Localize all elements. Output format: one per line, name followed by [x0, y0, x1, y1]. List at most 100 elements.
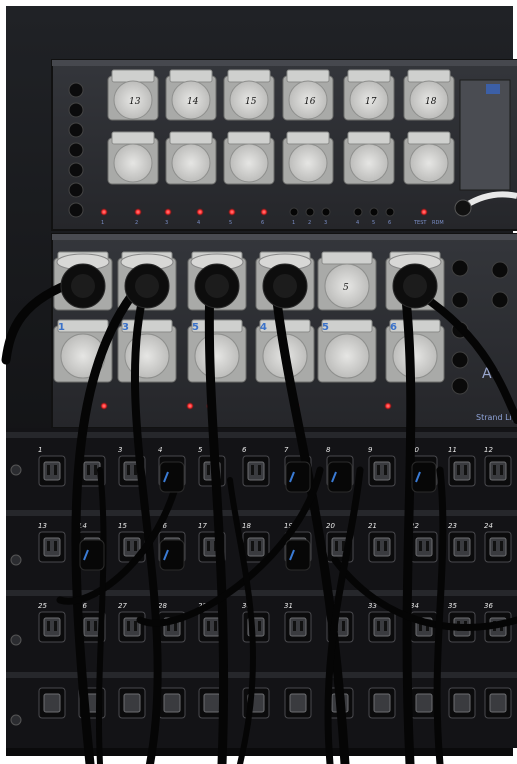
top-socket-lower-4: [282, 131, 334, 185]
channel-label: 1: [101, 220, 104, 226]
top-socket-18: 18: [403, 69, 455, 121]
iec-connector-bottom: [410, 687, 438, 719]
socket-number-label: 17: [365, 97, 377, 107]
status-led: [186, 402, 194, 410]
top-socket-lower-1: [107, 131, 159, 185]
button-label: 1: [292, 220, 295, 226]
panel-knob[interactable]: [451, 377, 469, 395]
connector-number: 24: [484, 522, 493, 530]
panel-hole: [68, 182, 84, 198]
top-socket-17: 17: [343, 69, 395, 121]
connector-number: 15: [118, 522, 127, 530]
socket-number-label: 13: [129, 97, 141, 107]
top-socket-15: 15: [223, 69, 275, 121]
socket-number-label: 14: [187, 97, 199, 107]
small-label: RDM: [432, 220, 444, 226]
push-button[interactable]: [305, 207, 315, 217]
push-button[interactable]: [321, 207, 331, 217]
connector-number: 4: [158, 446, 162, 454]
connector-number: 9: [368, 446, 373, 454]
connector-number: 28: [158, 602, 167, 610]
connector-number: 7: [284, 446, 289, 454]
status-led: [164, 208, 172, 216]
top-socket-14: 14: [165, 69, 217, 121]
top-socket-lower-5: [343, 131, 395, 185]
top-socket-16: 16: [282, 69, 334, 121]
connector-number: 36: [484, 602, 493, 610]
socket-channel-label: 4: [260, 322, 267, 333]
channel-label: 6: [261, 220, 264, 226]
status-led: [420, 208, 428, 216]
rack-screw: [10, 714, 22, 726]
iec-connector-bottom: [118, 687, 146, 719]
push-button[interactable]: [289, 207, 299, 217]
socket-number-label: 5: [343, 283, 349, 293]
connector-number: 11: [448, 446, 457, 454]
connector-number: 17: [198, 522, 207, 530]
connector-number: 31: [284, 602, 293, 610]
push-button[interactable]: [369, 207, 379, 217]
iec-plug: [159, 539, 185, 571]
socket-channel-label: 1: [58, 322, 65, 333]
connector-number: 35: [448, 602, 457, 610]
iec-plug: [411, 461, 437, 493]
push-button[interactable]: [353, 207, 363, 217]
panel-knob[interactable]: [491, 291, 509, 309]
status-led: [228, 208, 236, 216]
connector-number: 18: [242, 522, 251, 530]
panel-hole: [68, 142, 84, 158]
socket-number-label: 15: [245, 97, 257, 107]
status-led: [100, 208, 108, 216]
iec-connector-bottom: [484, 687, 512, 719]
connector-number: 12: [484, 446, 493, 454]
status-led: [196, 208, 204, 216]
panel-knob[interactable]: [451, 291, 469, 309]
iec-connector-bottom: [158, 687, 186, 719]
panel-hole: [68, 202, 84, 218]
status-led: [134, 208, 142, 216]
socket-number-label: 18: [425, 97, 437, 107]
connector-number: 27: [118, 602, 127, 610]
push-button[interactable]: [385, 207, 395, 217]
panel-knob[interactable]: [491, 261, 509, 279]
connector-number: 21: [368, 522, 377, 530]
top-socket-panel: 13 14 15 16 17 18 1 2 3 4 5 6 1 2 3 4 5 6 TEST RDM: [51, 59, 517, 231]
panel-knob[interactable]: [451, 259, 469, 277]
top-socket-13: 13: [107, 69, 159, 121]
connector-number: 1: [38, 446, 42, 454]
button-label: 4: [356, 220, 359, 226]
equipment-rack-photo: 13 14 15 16 17 18 1 2 3 4 5 6 1 2 3 4 5 6 TEST RDM 51 3 5 4 5 6…: [0, 0, 517, 764]
iec-connector-bottom: [448, 687, 476, 719]
connector-number: 6: [242, 446, 247, 454]
panel-hole: [68, 102, 84, 118]
channel-label: 4: [197, 220, 200, 226]
iec-plug: [159, 461, 185, 493]
rack-screw: [10, 554, 22, 566]
channel-label: 3: [165, 220, 168, 226]
socket-channel-label: 5: [322, 322, 329, 333]
button-label: 5: [372, 220, 375, 226]
socket-channel-label: 6: [390, 322, 397, 333]
connector-number: 25: [38, 602, 47, 610]
connector-number: 3: [118, 446, 122, 454]
small-label: TEST: [413, 220, 427, 226]
button-label: 3: [324, 220, 327, 226]
connector-number: 20: [326, 522, 335, 530]
panel-knob[interactable]: [451, 351, 469, 369]
top-socket-lower-3: [223, 131, 275, 185]
connector-number: 13: [38, 522, 47, 530]
status-led: [384, 402, 392, 410]
socket-channel-label: 3: [122, 322, 129, 333]
iec-plug: [327, 461, 353, 493]
panel-hole: [68, 122, 84, 138]
connector-number: 23: [448, 522, 457, 530]
channel-label: 2: [135, 220, 138, 226]
iec-connector-bottom: [284, 687, 312, 719]
iec-plug: [285, 539, 311, 571]
iec-plug: [285, 461, 311, 493]
panel-hole: [68, 162, 84, 178]
channel-label: 5: [229, 220, 232, 226]
top-socket-lower-2: [165, 131, 217, 185]
top-socket-lower-6: [403, 131, 455, 185]
mid-socket-upper-5: 5: [317, 251, 377, 311]
